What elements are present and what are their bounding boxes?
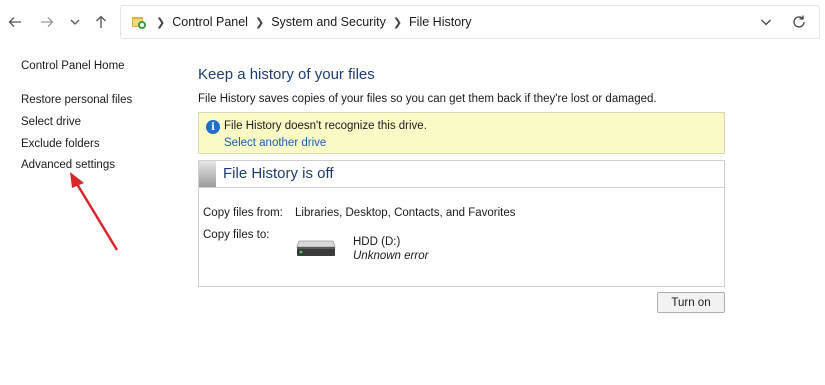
copy-from-value: Libraries, Desktop, Contacts, and Favori… — [295, 207, 516, 219]
breadcrumb-separator: ❯ — [156, 16, 166, 29]
annotation-arrow-icon — [70, 172, 119, 251]
up-arrow-icon[interactable] — [91, 12, 111, 32]
select-another-drive-link[interactable]: Select another drive — [224, 137, 326, 149]
turn-on-button[interactable]: Turn on — [657, 292, 725, 313]
breadcrumb: ❯ Control Panel ❯ System and Security ❯ … — [131, 6, 472, 38]
breadcrumb-separator: ❯ — [392, 16, 403, 29]
control-panel-home-link[interactable]: Control Panel Home — [21, 60, 125, 72]
status-header: File History is off — [199, 161, 724, 188]
refresh-icon[interactable] — [791, 14, 807, 30]
back-arrow-icon[interactable] — [5, 12, 25, 32]
info-icon: i — [206, 120, 220, 134]
warning-message: File History doesn't recognize this driv… — [224, 120, 427, 132]
restore-personal-files-link[interactable]: Restore personal files — [21, 94, 132, 106]
page-description: File History saves copies of your files … — [198, 93, 657, 105]
status-panel: File History is off Copy files from: Lib… — [198, 160, 725, 287]
exclude-folders-link[interactable]: Exclude folders — [21, 138, 100, 150]
hard-drive-icon — [296, 240, 336, 256]
drive-name: HDD (D:) — [353, 236, 401, 248]
chevron-down-icon[interactable] — [65, 12, 85, 32]
breadcrumb-system-and-security[interactable]: System and Security — [271, 15, 386, 29]
copy-to-label: Copy files to: — [203, 229, 270, 241]
copy-from-label: Copy files from: — [203, 207, 283, 219]
breadcrumb-control-panel[interactable]: Control Panel — [172, 15, 248, 29]
warning-banner: i File History doesn't recognize this dr… — [198, 112, 725, 154]
control-panel-icon — [131, 14, 147, 30]
status-indicator-strip — [199, 161, 216, 187]
navigation-bar: ❯ Control Panel ❯ System and Security ❯ … — [0, 0, 825, 46]
page-title: Keep a history of your files — [198, 66, 375, 83]
status-title: File History is off — [223, 165, 334, 182]
forward-arrow-icon[interactable] — [37, 12, 57, 32]
address-bar[interactable]: ❯ Control Panel ❯ System and Security ❯ … — [120, 5, 820, 39]
address-dropdown-chevron-down-icon[interactable] — [759, 15, 773, 29]
drive-status: Unknown error — [353, 250, 429, 262]
breadcrumb-file-history[interactable]: File History — [409, 15, 472, 29]
breadcrumb-separator: ❯ — [254, 16, 265, 29]
select-drive-link[interactable]: Select drive — [21, 116, 81, 128]
